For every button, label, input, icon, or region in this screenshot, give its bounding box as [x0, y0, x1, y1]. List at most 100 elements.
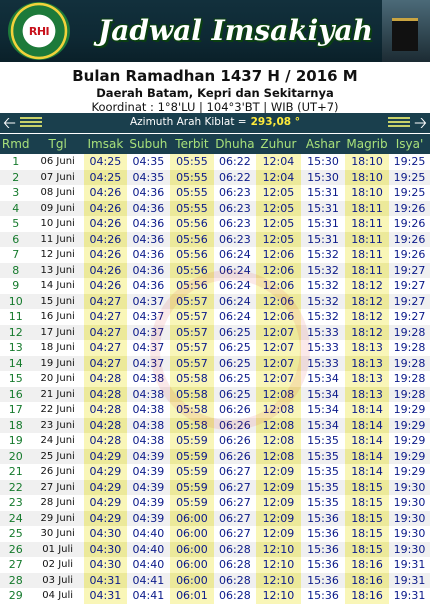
- table-cell: 19:25: [393, 170, 426, 184]
- table-cell: 04:31: [83, 572, 127, 588]
- table-cell: 18:14: [345, 417, 390, 433]
- table-row: 24 29 Juni 04:29 04:39 06:00 06:27 12:09 15:36 1…: [0, 510, 430, 526]
- table-cell: 8: [12, 263, 20, 277]
- right-arrow-icon[interactable]: 🡢: [414, 114, 427, 132]
- table-cell: 12:10: [255, 541, 301, 557]
- table-cell: 24 Juni: [40, 435, 75, 447]
- table-cell: 06:27: [219, 480, 251, 494]
- table-body: 1 06 Juni 04:25 04:35 05:55 06:22 12:04 15:30 18…: [0, 154, 430, 604]
- table-cell: 6: [12, 232, 20, 246]
- table-cell: 02 Juli: [42, 559, 74, 571]
- table-cell: 05:59: [169, 495, 214, 511]
- table-cell: 19:31: [393, 573, 426, 587]
- table-cell: 15:32: [307, 263, 339, 277]
- table-cell: 25: [8, 527, 23, 541]
- table-cell: 05:57: [169, 324, 214, 340]
- table-cell: 04:26: [83, 216, 127, 232]
- table-cell: 18: [8, 418, 23, 432]
- table-cell: 04:40: [132, 558, 165, 572]
- table-cell: 18:14: [345, 402, 390, 418]
- table-cell: 17 Juni: [40, 326, 75, 338]
- table-cell: 19:28: [393, 387, 426, 401]
- table-cell: 04:28: [83, 417, 127, 433]
- table-cell: 06:28: [219, 589, 251, 603]
- table-cell: 18 Juni: [40, 342, 75, 354]
- table-row: 29 04 Juli 04:31 04:41 06:01 06:28 12:10 15:36 1…: [0, 588, 430, 604]
- table-cell: 15:30: [307, 155, 339, 169]
- column-header: Zuhur: [260, 137, 297, 151]
- table-cell: 1: [12, 155, 20, 169]
- table-cell: 04:38: [132, 372, 165, 386]
- table-cell: 05:55: [169, 200, 214, 216]
- table-cell: 06:24: [219, 263, 251, 277]
- table-cell: 27: [8, 558, 23, 572]
- table-cell: 21 Juni: [40, 388, 75, 400]
- table-cell: 04:39: [132, 449, 165, 463]
- table-cell: 15:36: [307, 527, 339, 541]
- table-cell: 05:56: [169, 231, 214, 247]
- table-cell: 04:39: [132, 496, 165, 510]
- table-row: 2 07 Juni 04:25 04:35 05:55 06:22 12:04 15:30 18…: [0, 169, 430, 185]
- imsakiyah-table: Rmd Tgl Imsak Subuh Terbit Dhuha Zuhur Ashar Mag…: [0, 134, 430, 604]
- table-cell: 05:55: [169, 185, 214, 201]
- table-cell: 04:30: [83, 541, 127, 557]
- table-cell: 19:28: [393, 341, 426, 355]
- table-row: 19 24 Juni 04:28 04:38 05:59 06:26 12:08 15:35 1…: [0, 433, 430, 449]
- table-cell: 12:06: [255, 262, 301, 278]
- table-cell: 04:36: [132, 186, 165, 200]
- table-cell: 04:37: [132, 310, 165, 324]
- table-cell: 06:26: [219, 418, 251, 432]
- table-cell: 18:12: [345, 278, 390, 294]
- table-row: 15 20 Juni 04:28 04:38 05:58 06:25 12:07 15:34 1…: [0, 371, 430, 387]
- table-cell: 04:28: [83, 371, 127, 387]
- table-cell: 06:25: [219, 387, 251, 401]
- table-cell: 12:06: [255, 309, 301, 325]
- table-cell: 04:39: [132, 480, 165, 494]
- table-cell: 19:26: [393, 217, 426, 231]
- table-row: 5 10 Juni 04:26 04:36 05:56 06:23 12:05 15:31 18…: [0, 216, 430, 232]
- table-cell: 18:12: [345, 309, 390, 325]
- table-cell: 18:11: [345, 231, 390, 247]
- table-cell: 28: [8, 573, 23, 587]
- kaaba-image: [382, 0, 430, 62]
- table-cell: 06:25: [219, 325, 251, 339]
- table-cell: 04:31: [83, 588, 127, 604]
- table-cell: 18:15: [345, 495, 390, 511]
- table-cell: 06:24: [219, 248, 251, 262]
- table-cell: 12:10: [255, 557, 301, 573]
- table-row: 3 08 Juni 04:26 04:36 05:55 06:23 12:05 15:31 18…: [0, 185, 430, 201]
- table-cell: 06:25: [219, 341, 251, 355]
- table-cell: 04:38: [132, 418, 165, 432]
- table-cell: 05:56: [169, 216, 214, 232]
- table-cell: 15:33: [307, 325, 339, 339]
- table-cell: 12 Juni: [40, 249, 75, 261]
- coordinates-label: Koordinat : 1°8'LU | 104°3'BT | WIB (UT+…: [91, 100, 339, 114]
- column-header: Subuh: [129, 137, 168, 151]
- table-cell: 04:36: [132, 217, 165, 231]
- table-cell: 19:27: [393, 263, 426, 277]
- table-cell: 19:27: [393, 294, 426, 308]
- table-cell: 13 Juni: [40, 264, 75, 276]
- table-cell: 06 Juni: [40, 156, 75, 168]
- table-cell: 29: [8, 589, 23, 603]
- table-cell: 19:31: [393, 589, 426, 603]
- table-cell: 06:23: [219, 201, 251, 215]
- table-cell: 06:00: [169, 510, 214, 526]
- table-cell: 19:26: [393, 201, 426, 215]
- table-cell: 18:14: [345, 464, 390, 480]
- table-cell: 12:05: [255, 231, 301, 247]
- table-cell: 15:35: [307, 496, 339, 510]
- table-cell: 15:36: [307, 573, 339, 587]
- table-cell: 06:25: [219, 356, 251, 370]
- table-cell: 19:30: [393, 542, 426, 556]
- table-cell: 12:08: [255, 448, 301, 464]
- table-cell: 04:26: [83, 185, 127, 201]
- table-cell: 18:10: [345, 169, 390, 185]
- table-row: 27 02 Juli 04:30 04:40 06:00 06:28 12:10 15:36 1…: [0, 557, 430, 573]
- table-cell: 06:28: [219, 542, 251, 556]
- table-cell: 17: [8, 403, 23, 417]
- table-cell: 04:36: [132, 232, 165, 246]
- table-cell: 12:05: [255, 216, 301, 232]
- table-cell: 04:27: [83, 324, 127, 340]
- table-cell: 11: [8, 310, 23, 324]
